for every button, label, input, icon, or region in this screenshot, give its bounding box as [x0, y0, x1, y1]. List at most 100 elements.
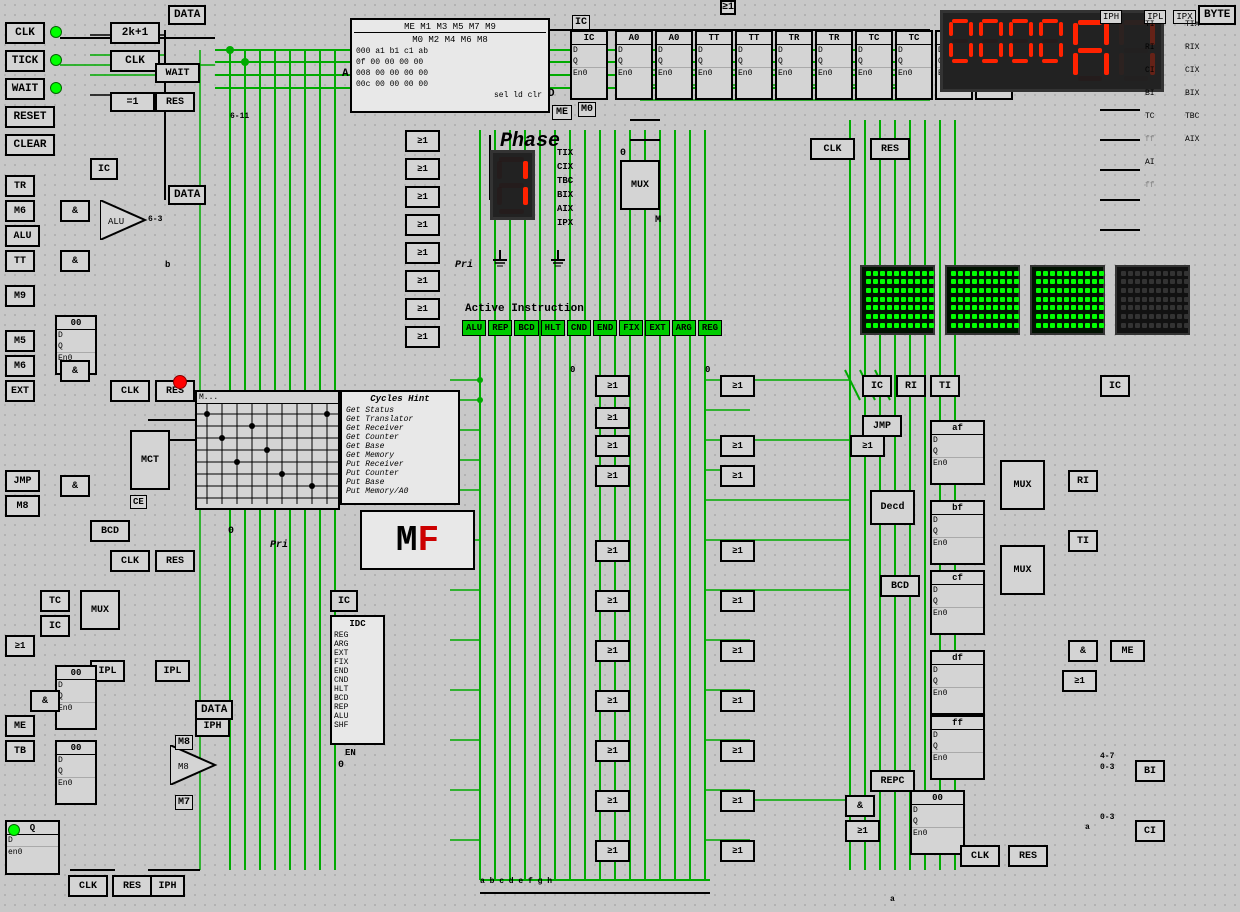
mct-box[interactable]: MCT	[130, 430, 170, 490]
ge1-mid-3: ≥1	[405, 186, 440, 208]
reset-component[interactable]: RESET	[5, 106, 55, 128]
label-bottom-bus: a b c d e f g h	[480, 877, 552, 886]
d-label: D	[548, 88, 555, 100]
tc-box-left[interactable]: TC	[40, 590, 70, 612]
and-gate-3: &	[60, 360, 90, 382]
mct-matrix: M...	[195, 390, 340, 510]
ge1-right-big: ≥1	[1062, 670, 1097, 692]
mux-phase[interactable]: MUX	[620, 160, 660, 210]
bcd-right[interactable]: BCD	[880, 575, 920, 597]
m8-box[interactable]: M8	[5, 495, 40, 517]
ri-right-top[interactable]: RI	[896, 375, 926, 397]
tr-box[interactable]: TR	[5, 175, 35, 197]
iph-box-bottom[interactable]: IPH	[150, 875, 185, 897]
ff-tc-2: TC D Q En0	[895, 30, 933, 100]
m9-box-left[interactable]: M9	[5, 285, 35, 307]
btn-hlt[interactable]: HLT	[541, 320, 565, 336]
res-bottom-right[interactable]: RES	[1008, 845, 1048, 867]
res-bottom-left[interactable]: RES	[112, 875, 152, 897]
mux-right-2[interactable]: MUX	[1000, 545, 1045, 595]
mux-right-1[interactable]: MUX	[1000, 460, 1045, 510]
wait-box[interactable]: WAIT	[155, 63, 200, 83]
jmp-box[interactable]: JMP	[5, 470, 40, 492]
ge1-right-4: ≥1	[720, 465, 755, 487]
ge1-mid-5: ≥1	[405, 242, 440, 264]
tb-box-left[interactable]: TB	[5, 740, 35, 762]
alu-triangle: ALU	[100, 200, 150, 240]
led-matrix-2	[945, 265, 1020, 335]
zero-label-phase: 0	[620, 148, 626, 159]
m6-box2[interactable]: M6	[5, 355, 35, 377]
ext-box[interactable]: EXT	[5, 380, 35, 402]
clk-bottom-right[interactable]: CLK	[960, 845, 1000, 867]
res-top-right[interactable]: RES	[870, 138, 910, 160]
btn-bcd[interactable]: BCD	[514, 320, 538, 336]
and-gate-bottom: &	[30, 690, 60, 712]
repc-box[interactable]: REPC	[870, 770, 915, 792]
clk-top-right[interactable]: CLK	[810, 138, 855, 160]
ge1-right-10: ≥1	[720, 790, 755, 812]
ci-right[interactable]: CI	[1135, 820, 1165, 842]
clk-component[interactable]: CLK	[5, 22, 45, 44]
a-label: A	[342, 68, 349, 80]
btn-ext[interactable]: EXT	[645, 320, 669, 336]
btn-reg[interactable]: REG	[698, 320, 722, 336]
ff-af: af D Q En0	[930, 420, 985, 485]
clk-led	[50, 26, 62, 38]
label-6-3: 6-3	[148, 215, 162, 224]
btn-rep[interactable]: REP	[488, 320, 512, 336]
label-near-repc: a	[890, 895, 895, 904]
mux-left[interactable]: MUX	[80, 590, 120, 630]
bcd-box[interactable]: BCD	[90, 520, 130, 542]
counter-component[interactable]: 2k+1	[110, 22, 160, 44]
ff-cf: cf D Q En0	[930, 570, 985, 635]
ic-box-left[interactable]: IC	[90, 158, 118, 180]
ge1-right-6: ≥1	[720, 590, 755, 612]
ic-far-right[interactable]: IC	[1100, 375, 1130, 397]
me-right[interactable]: ME	[1110, 640, 1145, 662]
ti-right[interactable]: TI	[1068, 530, 1098, 552]
m5-box[interactable]: M5	[5, 330, 35, 352]
m6-box[interactable]: M6	[5, 200, 35, 222]
me-box-left[interactable]: ME	[5, 715, 35, 737]
res-bcd[interactable]: RES	[155, 550, 195, 572]
ge1-bus-9: ≥1	[595, 740, 630, 762]
ge1-mid-2: ≥1	[405, 158, 440, 180]
ic-box-mid[interactable]: IC	[330, 590, 358, 612]
pri-label-bottom: Pri	[270, 540, 288, 551]
ti-right-top[interactable]: TI	[930, 375, 960, 397]
equals1-box[interactable]: =1	[110, 92, 155, 112]
tick-component[interactable]: TICK	[5, 50, 45, 72]
clk-box[interactable]: CLK	[110, 50, 160, 72]
clk-bottom-left[interactable]: CLK	[68, 875, 108, 897]
jmp-right[interactable]: JMP	[862, 415, 902, 437]
ic-label-top: IC	[572, 15, 590, 30]
ge1-bus-8: ≥1	[595, 690, 630, 712]
ic-right-top[interactable]: IC	[862, 375, 892, 397]
ri-right[interactable]: RI	[1068, 470, 1098, 492]
cycles-hint-box: Cycles Hint Get Status Get Translator Ge…	[340, 390, 460, 505]
res-box[interactable]: RES	[155, 92, 195, 112]
ic-box-left2[interactable]: IC	[40, 615, 70, 637]
btn-arg[interactable]: ARG	[672, 320, 696, 336]
tt-box[interactable]: TT	[5, 250, 35, 272]
bi-right[interactable]: BI	[1135, 760, 1165, 782]
alu-box[interactable]: ALU	[5, 225, 40, 247]
btn-cnd[interactable]: CND	[567, 320, 591, 336]
ff-bottom-2: 00 D Q En0	[55, 740, 97, 805]
wait-component[interactable]: WAIT	[5, 78, 45, 100]
ge1-right-11: ≥1	[720, 840, 755, 862]
clk-mid-left[interactable]: CLK	[110, 380, 150, 402]
btn-fix[interactable]: FIX	[619, 320, 643, 336]
ge1-mid-8: ≥1	[405, 326, 440, 348]
decd-box[interactable]: Decd	[870, 490, 915, 525]
btn-alu[interactable]: ALU	[462, 320, 486, 336]
btn-end[interactable]: END	[593, 320, 617, 336]
clk-bcd[interactable]: CLK	[110, 550, 150, 572]
right-vertical-labels: TI RI CI BI TC ff AI ff	[1145, 20, 1155, 204]
active-instr-label: Active Instruction	[465, 303, 584, 315]
ipl-box-2[interactable]: IPL	[155, 660, 190, 682]
ff-ic-top: IC D Q En0	[570, 30, 608, 100]
clear-component[interactable]: CLEAR	[5, 134, 55, 156]
active-instruction-buttons: ALU REP BCD HLT CND END FIX EXT ARG REG	[462, 320, 722, 336]
